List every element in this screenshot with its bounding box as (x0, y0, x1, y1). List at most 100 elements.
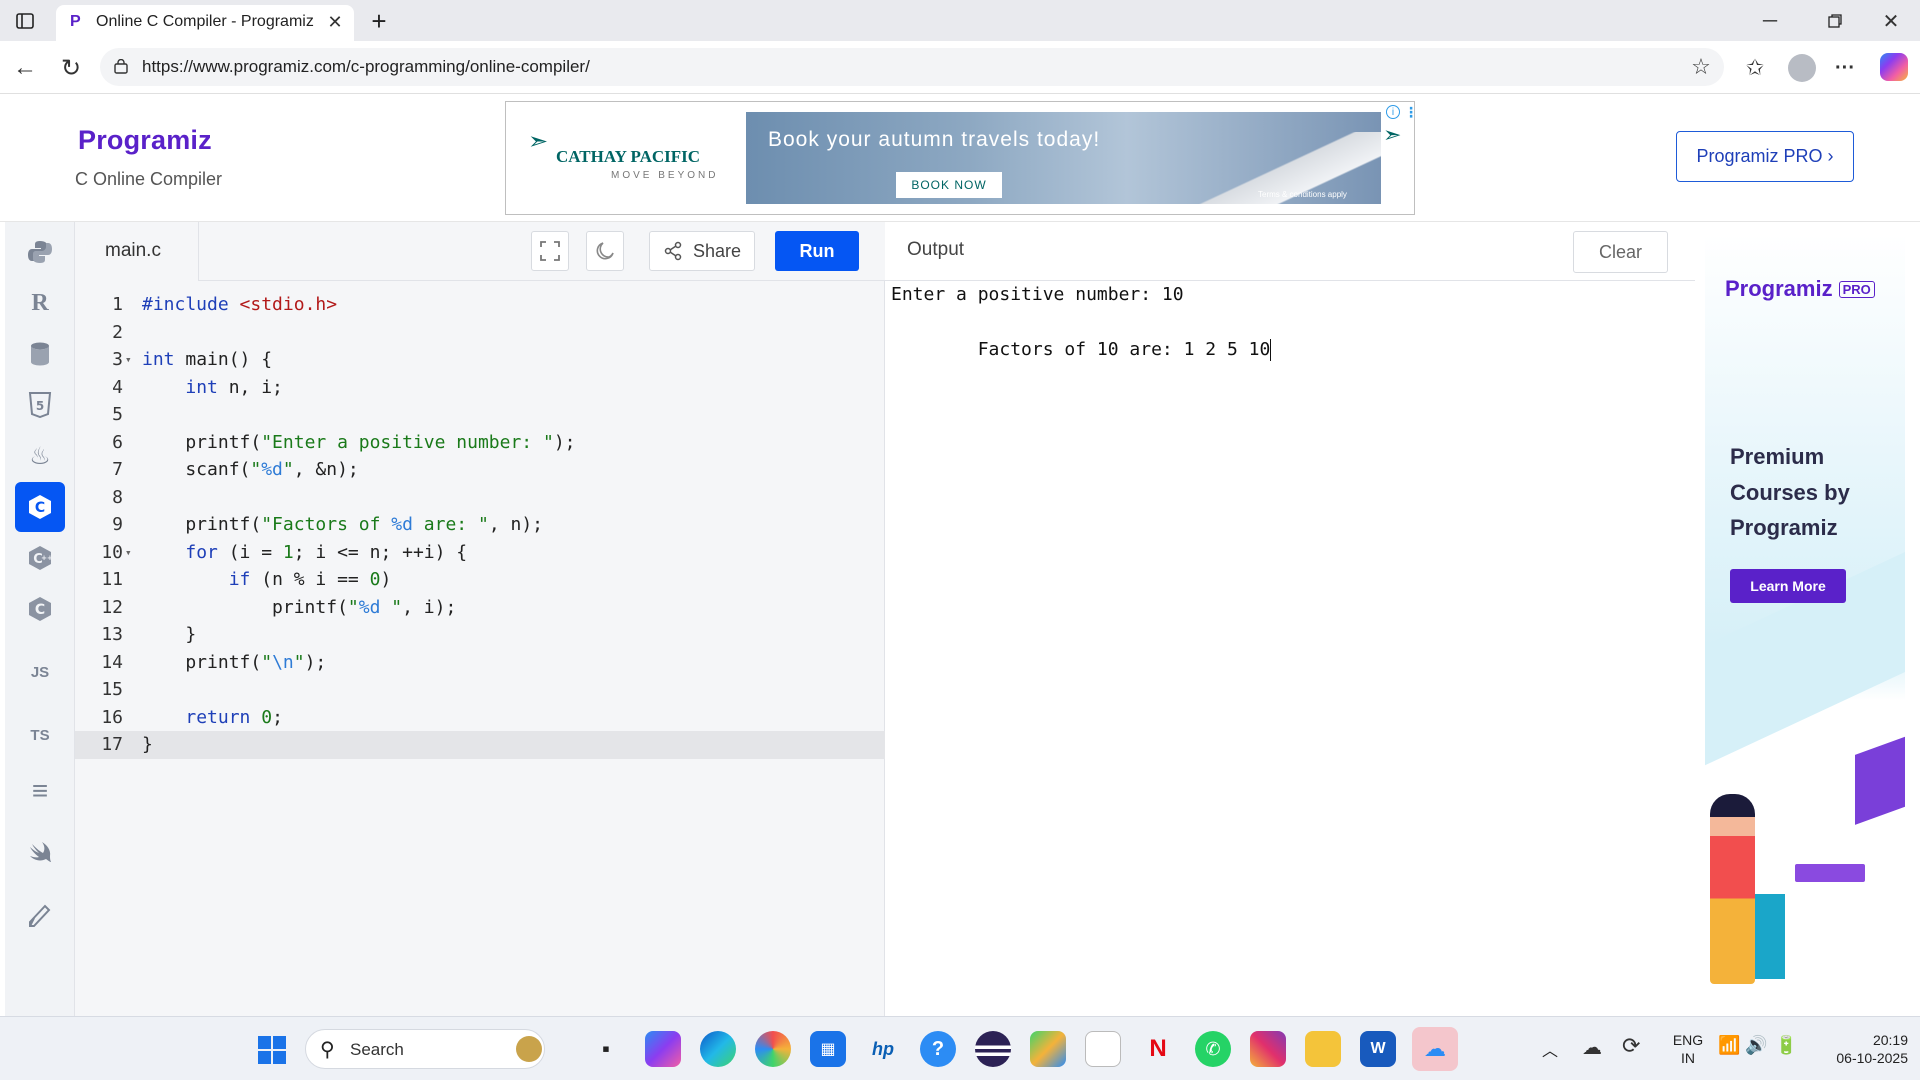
code-line[interactable]: 12 printf("%d ", i); (75, 594, 885, 622)
sidebar-item-js[interactable]: JS (15, 647, 65, 697)
share-button[interactable]: Share (649, 231, 755, 271)
search-highlight-icon (516, 1036, 542, 1062)
word-taskbar-icon[interactable]: W (1360, 1031, 1396, 1067)
code-line[interactable]: 8 (75, 484, 885, 512)
ad-menu-icon[interactable]: ⋮ (1404, 104, 1418, 121)
eclipse-taskbar-icon[interactable] (975, 1031, 1011, 1067)
new-tab-button[interactable]: + (364, 6, 394, 36)
clock-time: 20:19 (1872, 1032, 1908, 1048)
site-info-icon[interactable] (110, 56, 132, 78)
sidebar-item-rust[interactable] (15, 890, 65, 940)
copilot-icon[interactable] (1880, 53, 1908, 81)
whatsapp-taskbar-icon[interactable]: ✆ (1195, 1031, 1231, 1067)
code-line[interactable]: 9 printf("Factors of %d are: ", n); (75, 511, 885, 539)
battery-icon[interactable]: 🔋 (1775, 1035, 1797, 1056)
java-icon: ♨ (29, 442, 51, 470)
code-line[interactable]: 10 ▾ for (i = 1; i <= n; ++i) { (75, 539, 885, 567)
browser-tab-active[interactable]: P Online C Compiler - Programiz ✕ (56, 5, 354, 41)
code-line[interactable]: 1 #include <stdio.h> (75, 291, 885, 319)
code-area[interactable]: 1 #include <stdio.h> 2 3 ▾ int main() {4 int … (75, 281, 885, 1016)
sync-icon[interactable]: ⟳ (1622, 1033, 1640, 1059)
start-button[interactable] (257, 1035, 287, 1065)
address-bar[interactable]: https://www.programiz.com/c-programming/… (100, 48, 1724, 86)
sidebar-item-python[interactable] (15, 227, 65, 277)
code-line[interactable]: 4 int n, i; (75, 374, 885, 402)
minimize-icon[interactable]: ─ (1755, 8, 1785, 34)
favorites-icon[interactable]: ✩ (1740, 53, 1770, 83)
sidebar-item-swift[interactable] (15, 828, 65, 878)
fold-arrow-icon[interactable]: ▾ (125, 539, 132, 567)
sidebar-item-csharp[interactable]: C (15, 584, 65, 634)
programiz-pro-button[interactable]: Programiz PRO › (1676, 131, 1854, 182)
file-tab-main-c[interactable]: main.c (75, 222, 199, 281)
programiz-logo[interactable]: Programiz (78, 120, 212, 156)
meet-taskbar-icon[interactable] (1030, 1031, 1066, 1067)
close-window-icon[interactable]: ✕ (1876, 8, 1906, 34)
ad-brand: CATHAY PACIFIC (556, 147, 701, 166)
wifi-icon[interactable]: 📶 (1718, 1035, 1740, 1056)
profile-avatar[interactable] (1788, 54, 1816, 82)
file-taskbar-icon[interactable] (1085, 1031, 1121, 1067)
taskbar-search-box[interactable]: ⚲ Search (305, 1029, 545, 1069)
url-text[interactable]: https://www.programiz.com/c-programming/… (142, 57, 590, 77)
refresh-icon[interactable]: ↻ (56, 53, 86, 83)
sidebar-item-cpp[interactable]: C ++ (15, 533, 65, 583)
fold-arrow-icon[interactable]: ▾ (125, 346, 132, 374)
sidebar-toggle-icon[interactable] (10, 8, 40, 34)
output-console[interactable]: Enter a positive number: 10 Factors of 1… (891, 281, 1691, 1011)
restore-icon[interactable] (1820, 8, 1850, 34)
ad-book-now-button[interactable]: BOOK NOW (896, 172, 1002, 198)
onedrive-status-icon[interactable]: ☁ (1582, 1035, 1602, 1060)
show-hidden-icons[interactable]: ︿ (1542, 1037, 1558, 1061)
editor-toolbar: main.c Share Run (75, 222, 885, 281)
line-number: 8 (112, 486, 123, 508)
programiz-pro-ad[interactable]: Programiz PRO Premium Courses by Program… (1695, 222, 1920, 1016)
clear-button[interactable]: Clear (1573, 231, 1668, 273)
hp-taskbar-icon[interactable]: hp (865, 1031, 901, 1067)
code-line[interactable]: 7 scanf("%d", &n); (75, 456, 885, 484)
file-explorer-taskbar-icon[interactable] (1305, 1031, 1341, 1067)
code-line[interactable]: 16 return 0; (75, 704, 885, 732)
code-text: #include <stdio.h> (142, 294, 338, 315)
instagram-taskbar-icon[interactable] (1250, 1031, 1286, 1067)
code-line[interactable]: 6 printf("Enter a positive number: "); (75, 429, 885, 457)
close-tab-icon[interactable]: ✕ (324, 11, 346, 33)
code-line[interactable]: 17} (75, 731, 885, 759)
code-line[interactable]: 13 } (75, 621, 885, 649)
sidebar-item-c[interactable]: C (15, 482, 65, 532)
learn-more-button[interactable]: Learn More (1730, 569, 1846, 603)
code-line[interactable]: 3 ▾ int main() { (75, 346, 885, 374)
task-view-icon[interactable]: ▪ (588, 1031, 624, 1067)
onedrive-taskbar-icon[interactable]: ☁ (1412, 1027, 1458, 1071)
store-taskbar-icon[interactable]: ▦ (810, 1031, 846, 1067)
copilot-taskbar-icon[interactable] (645, 1031, 681, 1067)
sidebar-item-ts[interactable]: TS (15, 710, 65, 760)
sidebar-item-sql[interactable] (15, 329, 65, 379)
fullscreen-button[interactable] (531, 231, 569, 271)
edge-taskbar-icon[interactable] (700, 1031, 736, 1067)
sidebar-item-java[interactable]: ♨ (15, 431, 65, 481)
code-line[interactable]: 14 printf("\n"); (75, 649, 885, 677)
code-line[interactable]: 2 (75, 319, 885, 347)
more-options-icon[interactable]: ··· (1830, 53, 1860, 83)
netflix-taskbar-icon[interactable]: N (1140, 1031, 1176, 1067)
code-line[interactable]: 15 (75, 676, 885, 704)
favorite-star-icon[interactable]: ☆ (1688, 54, 1714, 80)
language-indicator[interactable]: ENG IN (1668, 1031, 1708, 1067)
help-taskbar-icon[interactable]: ? (920, 1031, 956, 1067)
volume-icon[interactable]: 🔊 (1745, 1035, 1767, 1056)
sidebar-item-html[interactable]: 5 (15, 380, 65, 430)
photos-taskbar-icon[interactable] (755, 1031, 791, 1067)
line-number: 14 (101, 651, 123, 673)
cathay-ad-banner[interactable]: ➣ CATHAY PACIFIC MOVE BEYOND Book your a… (505, 101, 1418, 215)
run-button[interactable]: Run (775, 231, 859, 271)
back-arrow-icon[interactable]: ← (10, 53, 40, 83)
sidebar-item-go[interactable]: ≡ (15, 766, 65, 816)
code-line[interactable]: 11 if (n % i == 0) (75, 566, 885, 594)
cathay-logo-icon: ➣ (528, 128, 549, 155)
ad-info-icon[interactable]: i (1386, 105, 1400, 119)
clock[interactable]: 20:19 06-10-2025 (1808, 1031, 1908, 1067)
code-line[interactable]: 5 (75, 401, 885, 429)
sidebar-item-r[interactable]: R (15, 278, 65, 328)
dark-mode-button[interactable] (586, 231, 624, 271)
